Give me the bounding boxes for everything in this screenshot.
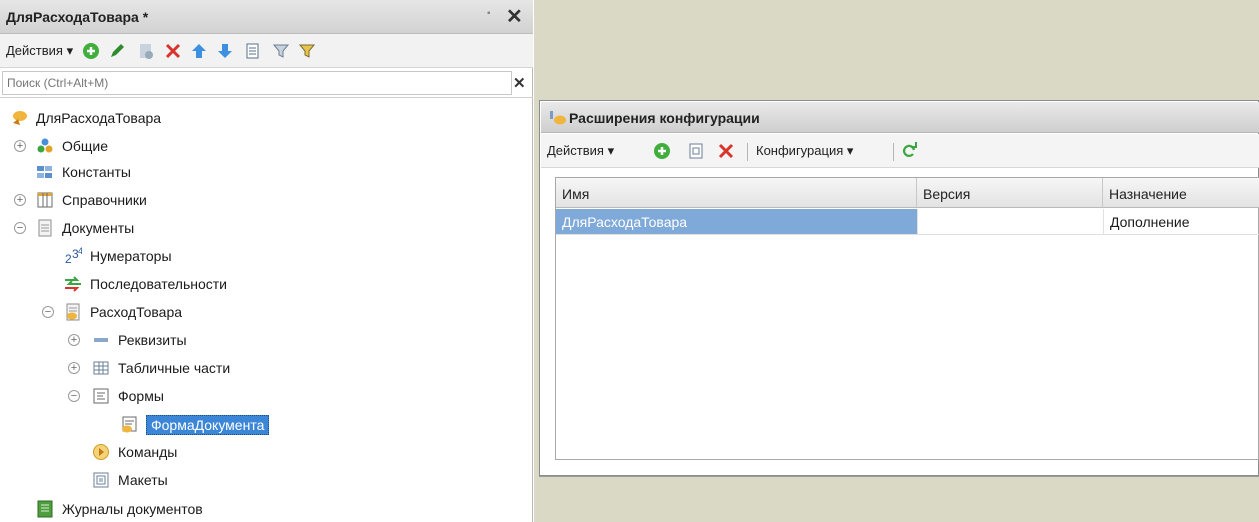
workspace-bottom: [539, 476, 1259, 522]
tree-node-constants[interactable]: Константы: [36, 160, 131, 184]
tree-node-documents[interactable]: Документы: [36, 216, 134, 240]
extensions-title-bar: Расширения конфигурации: [541, 102, 1259, 133]
extensions-table: Имя Версия Назначение ДляРасходаТовара Д…: [555, 177, 1259, 460]
clear-search-icon[interactable]: ✕: [513, 74, 526, 92]
collapse-documents[interactable]: −: [14, 222, 26, 234]
search-bar: ✕: [0, 68, 533, 98]
collapse-forms[interactable]: −: [68, 390, 80, 402]
tree-node-document-journals[interactable]: Журналы документов: [36, 497, 203, 521]
metadata-tree-panel: ДляРасходаТовара * ▪ ✕ Действия ▾ ✕ ДляР…: [0, 0, 533, 522]
tabular-sections-icon: [92, 359, 110, 377]
column-header-version[interactable]: Версия: [917, 178, 1103, 208]
tree-node-commands[interactable]: Команды: [92, 440, 177, 464]
documents-icon: [36, 219, 54, 237]
extensions-window-icon: [549, 110, 567, 129]
expand-common[interactable]: +: [14, 140, 26, 152]
delete-icon[interactable]: [164, 42, 182, 60]
document-journals-icon: [36, 500, 54, 518]
tree-node-tabular-sections[interactable]: Табличные части: [92, 356, 230, 380]
toolbar-separator: [893, 143, 894, 161]
search-input[interactable]: [2, 71, 512, 95]
edit-icon[interactable]: [108, 42, 126, 60]
pin-icon[interactable]: ▪: [487, 8, 491, 19]
table-row-purpose-cell[interactable]: Дополнение: [1103, 209, 1259, 235]
toolbar: Действия ▾: [0, 34, 533, 68]
delete-extension-icon[interactable]: [717, 142, 735, 160]
tree-node-form-selected[interactable]: ФормаДокумента: [120, 413, 270, 437]
svg-text:2: 2: [65, 252, 72, 265]
table-row-name-cell[interactable]: ДляРасходаТовара: [556, 209, 917, 235]
attributes-icon: [92, 331, 110, 349]
document-icon: [64, 303, 82, 321]
form-icon: [120, 416, 138, 434]
panel-title-bar: ДляРасходаТовара * ▪ ✕: [0, 0, 533, 34]
configuration-menu[interactable]: Конфигурация ▾: [756, 143, 853, 159]
expand-tabular-sections[interactable]: +: [68, 362, 80, 374]
config-extension-icon: [10, 109, 28, 127]
expand-catalogs[interactable]: +: [14, 194, 26, 206]
tree-node-extension-root[interactable]: ДляРасходаТовара: [10, 106, 161, 130]
toolbar-separator: [747, 143, 748, 161]
catalogs-icon: [36, 191, 54, 209]
extensions-title: Расширения конфигурации: [569, 110, 760, 126]
extensions-toolbar: Действия ▾ Конфигурация ▾: [541, 134, 1259, 168]
filter-settings-icon[interactable]: [298, 42, 316, 60]
tree-node-document[interactable]: РасходТовара: [64, 300, 182, 324]
panel-title: ДляРасходаТовара *: [6, 9, 149, 25]
constants-icon: [36, 163, 54, 181]
templates-icon: [92, 471, 110, 489]
filter-icon[interactable]: [272, 42, 290, 60]
add-extension-icon[interactable]: [653, 142, 671, 160]
forms-icon: [92, 387, 110, 405]
svg-text:4: 4: [78, 247, 82, 256]
tree-node-forms[interactable]: Формы: [92, 384, 164, 408]
actions-menu[interactable]: Действия ▾: [6, 43, 73, 59]
column-header-name[interactable]: Имя: [556, 178, 917, 208]
tree-node-catalogs[interactable]: Справочники: [36, 188, 147, 212]
refresh-icon[interactable]: [900, 142, 918, 160]
tree-node-common[interactable]: Общие: [36, 134, 108, 158]
tree-node-sequences[interactable]: Последовательности: [64, 272, 227, 296]
collapse-document[interactable]: −: [42, 306, 54, 318]
move-up-icon[interactable]: [190, 42, 208, 60]
table-row-version-cell[interactable]: [917, 209, 1103, 235]
tree-node-templates[interactable]: Макеты: [92, 468, 168, 492]
move-down-icon[interactable]: [216, 42, 234, 60]
tree-node-numerators[interactable]: 234 Нумераторы: [64, 244, 172, 268]
extensions-actions-menu[interactable]: Действия ▾: [547, 143, 614, 159]
tree-node-attributes[interactable]: Реквизиты: [92, 328, 187, 352]
open-extension-icon[interactable]: [687, 142, 705, 160]
sequences-icon: [64, 275, 82, 293]
column-header-purpose[interactable]: Назначение: [1103, 178, 1259, 208]
add-icon[interactable]: [82, 42, 100, 60]
numerators-icon: 234: [64, 247, 82, 265]
close-icon[interactable]: ✕: [506, 4, 523, 29]
copy-icon[interactable]: [136, 42, 154, 60]
commands-icon: [92, 443, 110, 461]
common-icon: [36, 137, 54, 155]
sort-list-icon[interactable]: [244, 42, 262, 60]
expand-attributes[interactable]: +: [68, 334, 80, 346]
